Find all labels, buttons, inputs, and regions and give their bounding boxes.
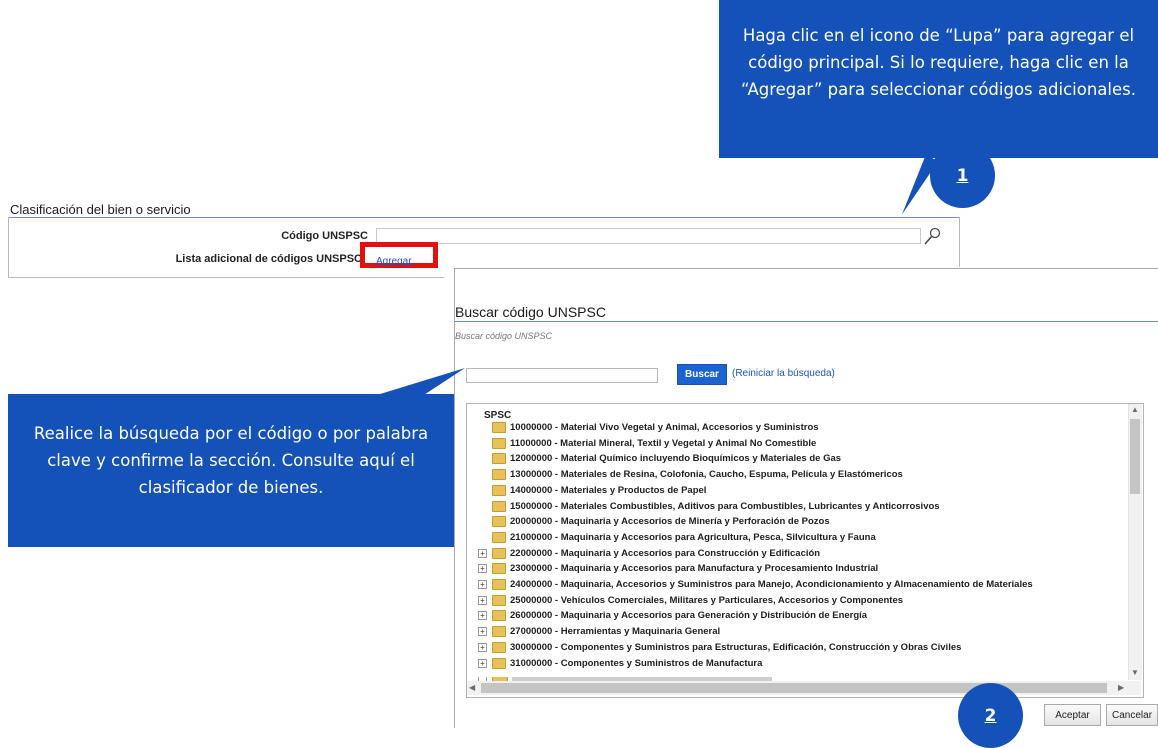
callout-2-text: Realice la búsqueda por el código o por … bbox=[33, 424, 429, 497]
tree-row-label: 13000000 - Materiales de Resina, Colofon… bbox=[510, 469, 903, 481]
tree-row[interactable]: +25000000 - Vehículos Comerciales, Milit… bbox=[478, 593, 903, 608]
scroll-right-icon[interactable]: ▶ bbox=[1118, 683, 1124, 692]
tree-row-label: 14000000 - Materiales y Productos de Pap… bbox=[510, 484, 707, 496]
tree-row[interactable]: +27000000 - Herramientas y Maquinaria Ge… bbox=[478, 624, 720, 639]
panel-border bbox=[8, 277, 444, 278]
reset-search-link[interactable]: (Reiniciar la búsqueda) bbox=[732, 368, 835, 379]
tree-row[interactable]: 12000000 - Material Químico incluyendo B… bbox=[478, 451, 841, 466]
dialog-divider bbox=[455, 321, 1158, 322]
tree-row-label: 30000000 - Componentes y Suministros par… bbox=[510, 641, 962, 653]
classification-divider bbox=[8, 217, 960, 218]
expand-icon[interactable]: + bbox=[478, 580, 487, 589]
tree-row-label: 31000000 - Componentes y Suministros de … bbox=[510, 657, 763, 669]
tree-row-label: 20000000 - Maquinaria y Accesorios de Mi… bbox=[510, 516, 830, 528]
folder-icon bbox=[492, 422, 506, 433]
tree-row[interactable]: 11000000 - Material Mineral, Textil y Ve… bbox=[478, 436, 816, 451]
panel-border bbox=[959, 217, 960, 267]
tree-row-label: 21000000 - Maquinaria y Accesorios para … bbox=[510, 531, 876, 543]
tree-row-label: 27000000 - Herramientas y Maquinaria Gen… bbox=[510, 626, 721, 638]
folder-icon bbox=[492, 641, 506, 653]
folder-icon bbox=[492, 626, 506, 638]
instruction-callout-1: Haga clic en el icono de “Lupa” para agr… bbox=[719, 0, 1158, 158]
tree-row-label: 11000000 - Material Mineral, Textil y Ve… bbox=[510, 437, 817, 449]
tree-row-label: 23000000 - Maquinaria y Accesorios para … bbox=[510, 563, 879, 575]
cancel-button[interactable]: Cancelar bbox=[1106, 704, 1158, 726]
expand-icon[interactable]: + bbox=[478, 642, 487, 652]
tree-row-label: 25000000 - Vehículos Comerciales, Milita… bbox=[510, 594, 904, 606]
folder-icon bbox=[492, 437, 506, 449]
scroll-up-icon[interactable]: ▲ bbox=[1131, 405, 1139, 414]
code-unspsc-input[interactable] bbox=[376, 228, 921, 244]
expand-icon[interactable]: + bbox=[478, 564, 487, 574]
panel-border bbox=[8, 217, 9, 277]
tree-row[interactable]: 20000000 - Maquinaria y Accesorios de Mi… bbox=[478, 514, 830, 529]
folder-icon bbox=[492, 469, 506, 481]
step-badge-1: 1 bbox=[930, 143, 995, 208]
dialog-title: Buscar código UNSPSC bbox=[455, 304, 606, 320]
tree-row[interactable]: 21000000 - Maquinaria y Accesorios para … bbox=[478, 530, 876, 545]
tree-row[interactable]: 15000000 - Materiales Combustibles, Adit… bbox=[478, 499, 940, 514]
magnifier-icon[interactable] bbox=[921, 226, 945, 248]
folder-icon bbox=[492, 610, 506, 622]
tree-row-label: 12000000 - Material Químico incluyendo B… bbox=[510, 453, 842, 465]
folder-icon bbox=[492, 531, 506, 543]
tree-row-label: 22000000 - Maquinaria y Accesorios para … bbox=[510, 547, 821, 559]
scroll-down-icon[interactable]: ▼ bbox=[1131, 668, 1139, 677]
folder-icon bbox=[492, 484, 506, 496]
tree-row[interactable]: 14000000 - Materiales y Productos de Pap… bbox=[478, 483, 706, 498]
accept-button[interactable]: Aceptar bbox=[1044, 704, 1101, 726]
folder-icon bbox=[492, 453, 506, 465]
tree-row-label: 26000000 - Maquinaria y Accesorios para … bbox=[510, 610, 868, 622]
tree-row[interactable]: +24000000 - Maquinaria, Accesorios y Sum… bbox=[478, 577, 1033, 592]
vertical-scroll-thumb[interactable] bbox=[1130, 419, 1140, 494]
tree-row[interactable]: +22000000 - Maquinaria y Accesorios para… bbox=[478, 546, 820, 561]
folder-icon bbox=[492, 563, 506, 575]
folder-icon bbox=[492, 547, 506, 559]
tree-row[interactable]: +31000000 - Componentes y Suministros de… bbox=[478, 656, 762, 671]
folder-icon bbox=[492, 500, 506, 512]
classification-title: Clasificación del bien o servicio bbox=[10, 202, 191, 217]
search-button[interactable]: Buscar bbox=[677, 364, 727, 385]
instruction-callout-2: Realice la búsqueda por el código o por … bbox=[8, 394, 454, 547]
callout-1-text: Haga clic en el icono de “Lupa” para agr… bbox=[741, 26, 1136, 99]
step-badge-2: 2 bbox=[958, 683, 1023, 748]
expand-icon[interactable]: + bbox=[478, 658, 487, 668]
additional-codes-label: Lista adicional de códigos UNSPSC bbox=[175, 253, 362, 265]
scroll-left-icon[interactable]: ◀ bbox=[469, 683, 475, 692]
folder-icon bbox=[492, 579, 506, 590]
expand-icon[interactable]: + bbox=[478, 548, 487, 558]
folder-icon bbox=[492, 657, 506, 669]
tree-row-label: 10000000 - Material Vivo Vegetal y Anima… bbox=[510, 422, 819, 433]
code-unspsc-label: Código UNSPSC bbox=[281, 230, 368, 242]
tree-row[interactable]: 13000000 - Materiales de Resina, Colofon… bbox=[478, 467, 903, 482]
tree-row[interactable]: 10000000 - Material Vivo Vegetal y Anima… bbox=[478, 420, 819, 435]
tree-row-label: 24000000 - Maquinaria, Accesorios y Sumi… bbox=[510, 579, 1033, 590]
tree-row[interactable]: +30000000 - Componentes y Suministros pa… bbox=[478, 640, 961, 655]
expand-icon[interactable]: + bbox=[478, 627, 487, 637]
expand-icon[interactable]: + bbox=[478, 611, 487, 621]
folder-icon bbox=[492, 516, 506, 528]
tree-row-label: 15000000 - Materiales Combustibles, Adit… bbox=[510, 500, 940, 512]
add-codes-link[interactable]: Agregar. bbox=[376, 256, 414, 267]
tree-row[interactable]: +26000000 - Maquinaria y Accesorios para… bbox=[478, 608, 867, 623]
tree-row[interactable]: +23000000 - Maquinaria y Accesorios para… bbox=[478, 561, 878, 576]
expand-icon[interactable]: + bbox=[478, 595, 487, 605]
folder-icon bbox=[492, 594, 506, 606]
